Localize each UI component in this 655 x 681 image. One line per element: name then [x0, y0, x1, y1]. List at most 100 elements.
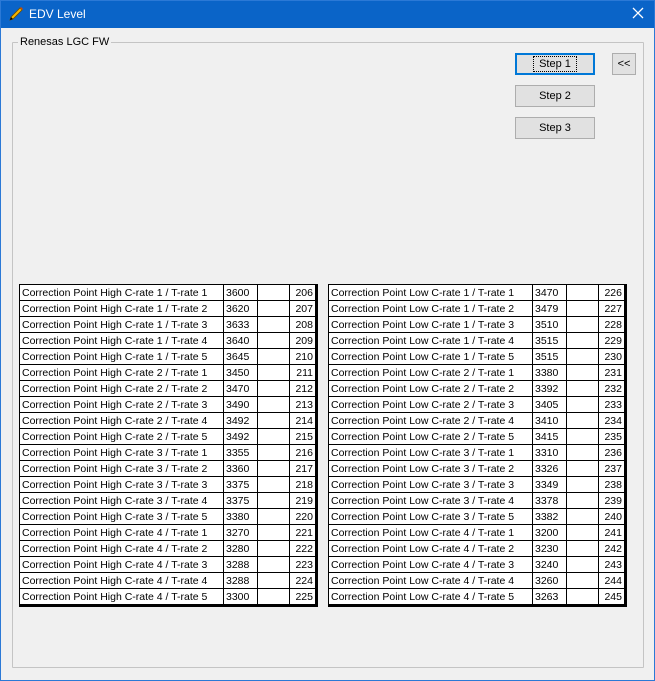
- blank-cell[interactable]: [257, 460, 290, 477]
- blank-cell[interactable]: [257, 540, 290, 557]
- blank-cell[interactable]: [257, 284, 290, 301]
- blank-cell[interactable]: [257, 364, 290, 381]
- blank-cell[interactable]: [257, 492, 290, 509]
- table-row: Correction Point Low C-rate 2 / T-rate 5…: [328, 428, 627, 445]
- value-cell[interactable]: 3515: [532, 332, 567, 349]
- blank-cell[interactable]: [566, 556, 599, 573]
- collapse-button[interactable]: <<: [612, 53, 636, 75]
- value-cell[interactable]: 3360: [223, 460, 258, 477]
- value-cell[interactable]: 3470: [223, 380, 258, 397]
- value-cell[interactable]: 3326: [532, 460, 567, 477]
- blank-cell[interactable]: [566, 300, 599, 317]
- value-cell[interactable]: 3349: [532, 476, 567, 493]
- value-cell[interactable]: 3355: [223, 444, 258, 461]
- blank-cell[interactable]: [566, 412, 599, 429]
- blank-cell[interactable]: [566, 492, 599, 509]
- value-cell[interactable]: 3600: [223, 284, 258, 301]
- value-cell[interactable]: 3200: [532, 524, 567, 541]
- correction-point-label: Correction Point High C-rate 4 / T-rate …: [19, 524, 224, 541]
- blank-cell[interactable]: [566, 348, 599, 365]
- low-correction-table: Correction Point Low C-rate 1 / T-rate 1…: [328, 284, 627, 607]
- blank-cell[interactable]: [566, 460, 599, 477]
- blank-cell[interactable]: [257, 300, 290, 317]
- value-cell[interactable]: 3479: [532, 300, 567, 317]
- value-cell[interactable]: 3450: [223, 364, 258, 381]
- value-cell[interactable]: 3492: [223, 428, 258, 445]
- value-cell[interactable]: 3415: [532, 428, 567, 445]
- correction-point-label: Correction Point High C-rate 4 / T-rate …: [19, 588, 224, 606]
- value-cell[interactable]: 3380: [532, 364, 567, 381]
- value-cell[interactable]: 3280: [223, 540, 258, 557]
- blank-cell[interactable]: [257, 396, 290, 413]
- value-cell[interactable]: 3310: [532, 444, 567, 461]
- value-cell[interactable]: 3405: [532, 396, 567, 413]
- value-cell[interactable]: 3382: [532, 508, 567, 525]
- value-cell[interactable]: 3640: [223, 332, 258, 349]
- value-cell[interactable]: 3230: [532, 540, 567, 557]
- index-cell: 227: [598, 300, 627, 317]
- blank-cell[interactable]: [257, 476, 290, 493]
- close-button[interactable]: [622, 1, 654, 28]
- value-cell[interactable]: 3270: [223, 524, 258, 541]
- blank-cell[interactable]: [257, 588, 290, 606]
- value-cell[interactable]: 3510: [532, 316, 567, 333]
- value-cell[interactable]: 3240: [532, 556, 567, 573]
- value-cell[interactable]: 3288: [223, 556, 258, 573]
- value-cell[interactable]: 3620: [223, 300, 258, 317]
- value-cell[interactable]: 3633: [223, 316, 258, 333]
- step-1-button[interactable]: Step 1: [515, 53, 595, 75]
- blank-cell[interactable]: [566, 444, 599, 461]
- blank-cell[interactable]: [566, 332, 599, 349]
- blank-cell[interactable]: [566, 428, 599, 445]
- blank-cell[interactable]: [566, 540, 599, 557]
- blank-cell[interactable]: [257, 428, 290, 445]
- value-cell[interactable]: 3300: [223, 588, 258, 606]
- value-cell[interactable]: 3515: [532, 348, 567, 365]
- blank-cell[interactable]: [257, 556, 290, 573]
- blank-cell[interactable]: [566, 364, 599, 381]
- blank-cell[interactable]: [566, 316, 599, 333]
- value-cell[interactable]: 3263: [532, 588, 567, 606]
- correction-point-label: Correction Point High C-rate 4 / T-rate …: [19, 572, 224, 589]
- value-cell[interactable]: 3375: [223, 492, 258, 509]
- blank-cell[interactable]: [257, 444, 290, 461]
- value-cell[interactable]: 3470: [532, 284, 567, 301]
- step-3-button[interactable]: Step 3: [515, 117, 595, 139]
- value-cell[interactable]: 3378: [532, 492, 567, 509]
- blank-cell[interactable]: [257, 332, 290, 349]
- index-cell: 230: [598, 348, 627, 365]
- value-cell[interactable]: 3490: [223, 396, 258, 413]
- value-cell[interactable]: 3492: [223, 412, 258, 429]
- blank-cell[interactable]: [566, 572, 599, 589]
- blank-cell[interactable]: [257, 524, 290, 541]
- blank-cell[interactable]: [257, 348, 290, 365]
- blank-cell[interactable]: [257, 508, 290, 525]
- value-cell[interactable]: 3392: [532, 380, 567, 397]
- table-row: Correction Point Low C-rate 3 / T-rate 2…: [328, 460, 627, 477]
- index-cell: 211: [289, 364, 318, 381]
- value-cell[interactable]: 3375: [223, 476, 258, 493]
- value-cell[interactable]: 3288: [223, 572, 258, 589]
- blank-cell[interactable]: [566, 524, 599, 541]
- correction-point-label: Correction Point High C-rate 2 / T-rate …: [19, 380, 224, 397]
- index-cell: 237: [598, 460, 627, 477]
- blank-cell[interactable]: [257, 412, 290, 429]
- blank-cell[interactable]: [566, 380, 599, 397]
- value-cell[interactable]: 3645: [223, 348, 258, 365]
- blank-cell[interactable]: [257, 380, 290, 397]
- correction-point-label: Correction Point Low C-rate 2 / T-rate 3: [328, 396, 533, 413]
- value-cell[interactable]: 3260: [532, 572, 567, 589]
- blank-cell[interactable]: [257, 316, 290, 333]
- blank-cell[interactable]: [566, 508, 599, 525]
- table-row: Correction Point Low C-rate 2 / T-rate 1…: [328, 364, 627, 381]
- index-cell: 225: [289, 588, 318, 606]
- blank-cell[interactable]: [566, 284, 599, 301]
- blank-cell[interactable]: [566, 396, 599, 413]
- value-cell[interactable]: 3410: [532, 412, 567, 429]
- value-cell[interactable]: 3380: [223, 508, 258, 525]
- blank-cell[interactable]: [257, 572, 290, 589]
- title-bar[interactable]: EDV Level: [1, 1, 654, 28]
- blank-cell[interactable]: [566, 588, 599, 606]
- blank-cell[interactable]: [566, 476, 599, 493]
- step-2-button[interactable]: Step 2: [515, 85, 595, 107]
